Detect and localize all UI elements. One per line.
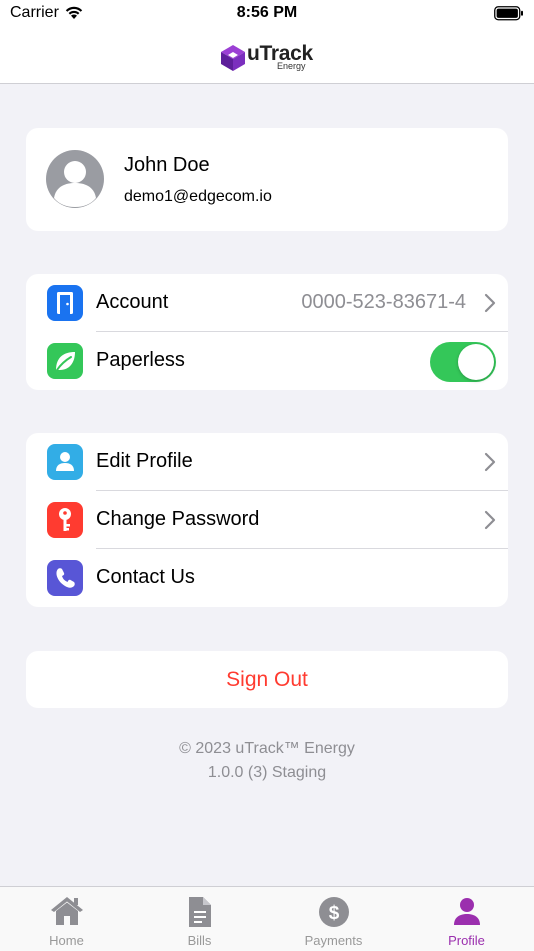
profile-card: John Doe demo1@edgecom.io (26, 128, 508, 231)
app-header: uTrack Energy (0, 30, 534, 84)
person-icon (453, 898, 480, 925)
person-icon (47, 444, 83, 480)
version-text: 1.0.0 (3) Staging (207, 764, 327, 781)
profile-email: demo1@edgecom.io (124, 188, 272, 205)
battery-icon (494, 6, 524, 26)
key-icon (47, 502, 83, 538)
profile-actions-card: Edit Profile Change Password Contact Us (26, 433, 508, 607)
status-bar: Carrier 8:56 PM (0, 0, 534, 30)
paperless-label: Paperless (96, 349, 185, 371)
tab-profile-label: Profile (448, 933, 485, 948)
tab-profile[interactable]: Profile (400, 887, 533, 951)
edit-profile-row[interactable]: Edit Profile (26, 433, 508, 491)
paperless-row: Paperless (26, 332, 508, 390)
account-number: 0000-523-83671-4 (301, 291, 466, 313)
chevron-right-icon (484, 452, 496, 477)
account-label: Account (96, 291, 169, 313)
sign-out-card: Sign Out (26, 651, 508, 708)
copyright-text: © 2023 uTrack™ Energy (179, 740, 355, 757)
paperless-toggle[interactable] (430, 342, 496, 382)
avatar-person-icon (54, 161, 96, 207)
dollar-icon: $ (318, 897, 349, 927)
logo-subtext: Energy (277, 61, 306, 71)
phone-icon (47, 560, 83, 596)
contact-us-row[interactable]: Contact Us (26, 549, 508, 607)
account-settings-card: Account 0000-523-83671-4 Paperless (26, 274, 508, 390)
tab-bills[interactable]: Bills (133, 887, 266, 951)
cube-logo-icon (221, 45, 245, 71)
tab-payments[interactable]: $ Payments (267, 887, 400, 951)
chevron-right-icon (484, 293, 496, 318)
tab-bills-label: Bills (187, 933, 212, 948)
home-icon (50, 897, 83, 925)
door-icon (47, 285, 83, 321)
tab-payments-label: Payments (304, 933, 363, 948)
contact-us-label: Contact Us (96, 566, 195, 588)
tab-home[interactable]: Home (0, 887, 133, 951)
profile-name: John Doe (124, 154, 210, 176)
account-row[interactable]: Account 0000-523-83671-4 (26, 274, 508, 332)
app-logo: uTrack Energy (220, 42, 320, 74)
edit-profile-label: Edit Profile (96, 450, 193, 472)
leaf-icon (47, 343, 83, 379)
change-password-row[interactable]: Change Password (26, 491, 508, 549)
document-icon (188, 897, 211, 927)
change-password-label: Change Password (96, 508, 260, 530)
tab-home-label: Home (49, 933, 84, 948)
chevron-right-icon (484, 510, 496, 535)
avatar (46, 150, 104, 208)
svg-text:$: $ (328, 903, 339, 924)
sign-out-button[interactable]: Sign Out (26, 651, 508, 708)
tab-bar: Home Bills $ Payments Profile (0, 886, 534, 951)
status-time: 8:56 PM (236, 4, 298, 21)
toggle-knob (458, 344, 494, 380)
